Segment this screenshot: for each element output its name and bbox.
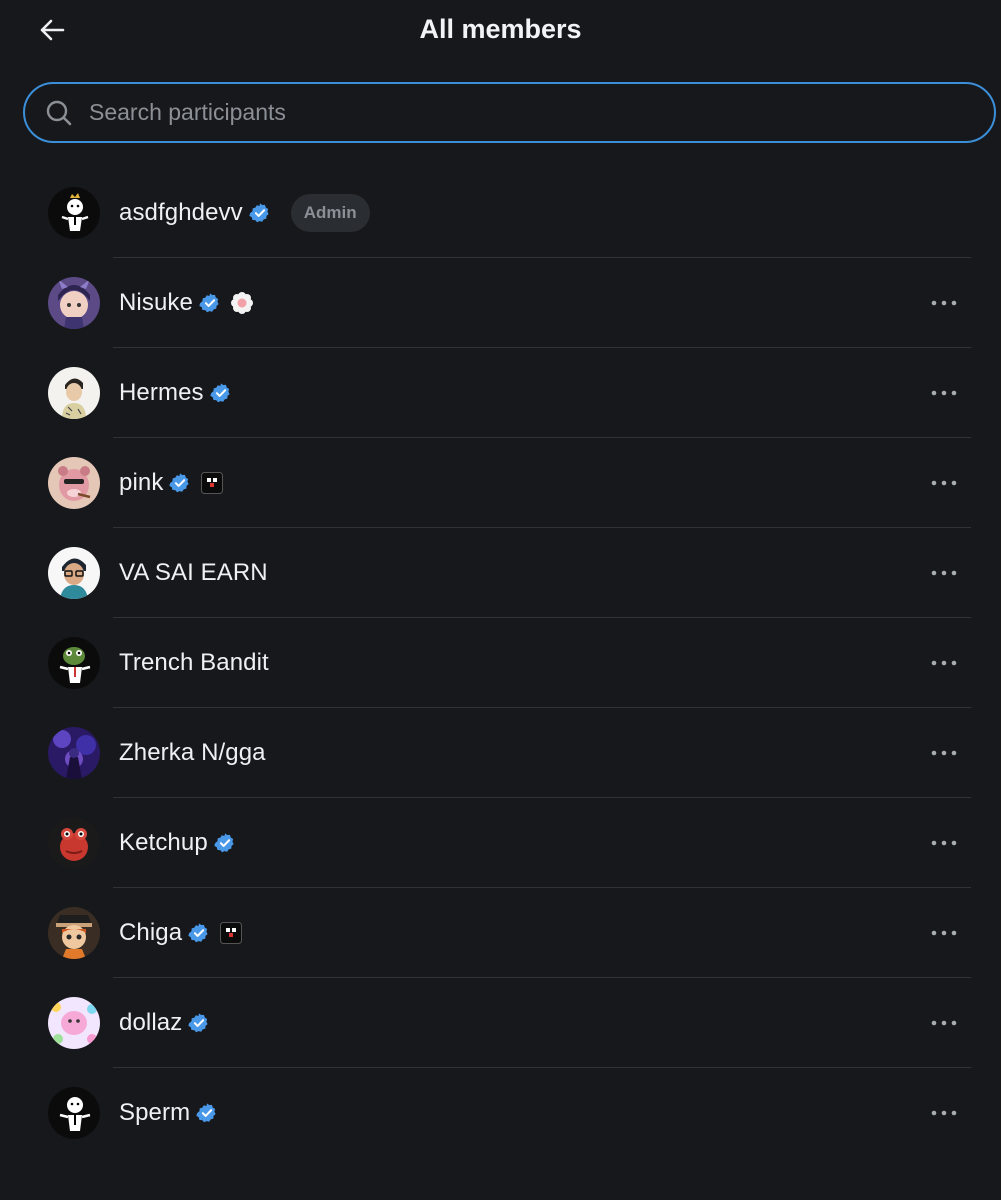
- verified-badge-icon: [169, 473, 190, 493]
- member-row[interactable]: Ketchup: [0, 798, 1001, 888]
- more-options-button[interactable]: [927, 918, 961, 948]
- more-options-icon: [931, 930, 957, 936]
- member-name: Sperm: [119, 1099, 191, 1126]
- member-name: Ketchup: [119, 829, 208, 856]
- member-name: Trench Bandit: [119, 649, 269, 676]
- member-name-wrap: Hermes: [119, 348, 232, 438]
- avatar[interactable]: [48, 907, 100, 959]
- member-name: asdfghdevv: [119, 199, 243, 226]
- member-name-wrap: Ketchup: [119, 798, 236, 888]
- more-options-icon: [931, 750, 957, 756]
- more-options-icon: [931, 1020, 957, 1026]
- member-name: Nisuke: [119, 289, 193, 316]
- member-list: asdfghdevv Admin Nisuke Hermes pink VA SAI EA…: [0, 168, 1001, 1158]
- avatar[interactable]: [48, 637, 100, 689]
- member-name: pink: [119, 469, 164, 496]
- member-name-wrap: VA SAI EARN: [119, 528, 268, 618]
- member-name: Chiga: [119, 919, 183, 946]
- member-name-wrap: Chiga: [119, 888, 243, 978]
- member-row[interactable]: Trench Bandit: [0, 618, 1001, 708]
- admin-badge: Admin: [290, 194, 370, 232]
- search-icon: [46, 100, 72, 125]
- more-options-button[interactable]: [927, 558, 961, 588]
- avatar[interactable]: [48, 457, 100, 509]
- avatar[interactable]: [48, 997, 100, 1049]
- member-name-wrap: asdfghdevv Admin: [119, 168, 370, 258]
- search-input[interactable]: [89, 84, 994, 141]
- verified-badge-icon: [188, 1013, 208, 1033]
- member-name-wrap: Trench Bandit: [119, 618, 269, 708]
- member-row[interactable]: Nisuke: [0, 258, 1001, 348]
- member-name: dollaz: [119, 1009, 183, 1036]
- more-options-button[interactable]: [927, 738, 961, 768]
- more-options-button[interactable]: [927, 1008, 961, 1038]
- member-name: VA SAI EARN: [119, 559, 268, 586]
- member-row[interactable]: Hermes: [0, 348, 1001, 438]
- more-options-icon: [931, 1110, 957, 1116]
- more-options-button[interactable]: [927, 288, 961, 318]
- verified-badge-icon: [209, 383, 230, 403]
- flower-emoji-icon: [230, 292, 253, 314]
- more-options-icon: [931, 570, 957, 576]
- avatar[interactable]: [48, 547, 100, 599]
- affiliate-badge-icon: [201, 472, 224, 494]
- member-name-wrap: Zherka N/gga: [119, 708, 266, 798]
- member-row[interactable]: asdfghdevv Admin: [0, 168, 1001, 258]
- more-options-icon: [931, 840, 957, 846]
- more-options-button[interactable]: [927, 378, 961, 408]
- member-row[interactable]: Sperm: [0, 1068, 1001, 1158]
- member-name-wrap: Sperm: [119, 1068, 218, 1158]
- member-name-wrap: pink: [119, 438, 224, 528]
- avatar[interactable]: [48, 277, 100, 329]
- avatar[interactable]: [48, 817, 100, 869]
- avatar[interactable]: [48, 367, 100, 419]
- member-name-wrap: Nisuke: [119, 258, 253, 348]
- member-row[interactable]: pink: [0, 438, 1001, 528]
- member-row[interactable]: Zherka N/gga: [0, 708, 1001, 798]
- verified-badge-icon: [214, 833, 234, 853]
- more-options-icon: [931, 480, 957, 486]
- member-row[interactable]: VA SAI EARN: [0, 528, 1001, 618]
- more-options-icon: [931, 390, 957, 396]
- header: All members: [0, 0, 1001, 62]
- verified-badge-icon: [196, 1103, 216, 1123]
- page-title: All members: [419, 14, 582, 44]
- avatar[interactable]: [48, 1087, 100, 1139]
- verified-badge-icon: [199, 293, 219, 313]
- avatar[interactable]: [48, 727, 100, 779]
- more-options-icon: [931, 300, 957, 306]
- member-row[interactable]: dollaz: [0, 978, 1001, 1068]
- member-name: Hermes: [119, 379, 204, 406]
- more-options-button[interactable]: [927, 828, 961, 858]
- avatar[interactable]: [48, 187, 100, 239]
- more-options-button[interactable]: [927, 1098, 961, 1128]
- verified-badge-icon: [188, 923, 208, 943]
- member-name-wrap: dollaz: [119, 978, 210, 1068]
- more-options-button[interactable]: [927, 648, 961, 678]
- search-box[interactable]: [23, 82, 996, 143]
- affiliate-badge-icon: [220, 922, 243, 944]
- verified-badge-icon: [249, 203, 269, 223]
- more-options-button[interactable]: [927, 468, 961, 498]
- member-row[interactable]: Chiga: [0, 888, 1001, 978]
- more-options-icon: [931, 660, 957, 666]
- member-name: Zherka N/gga: [119, 739, 266, 766]
